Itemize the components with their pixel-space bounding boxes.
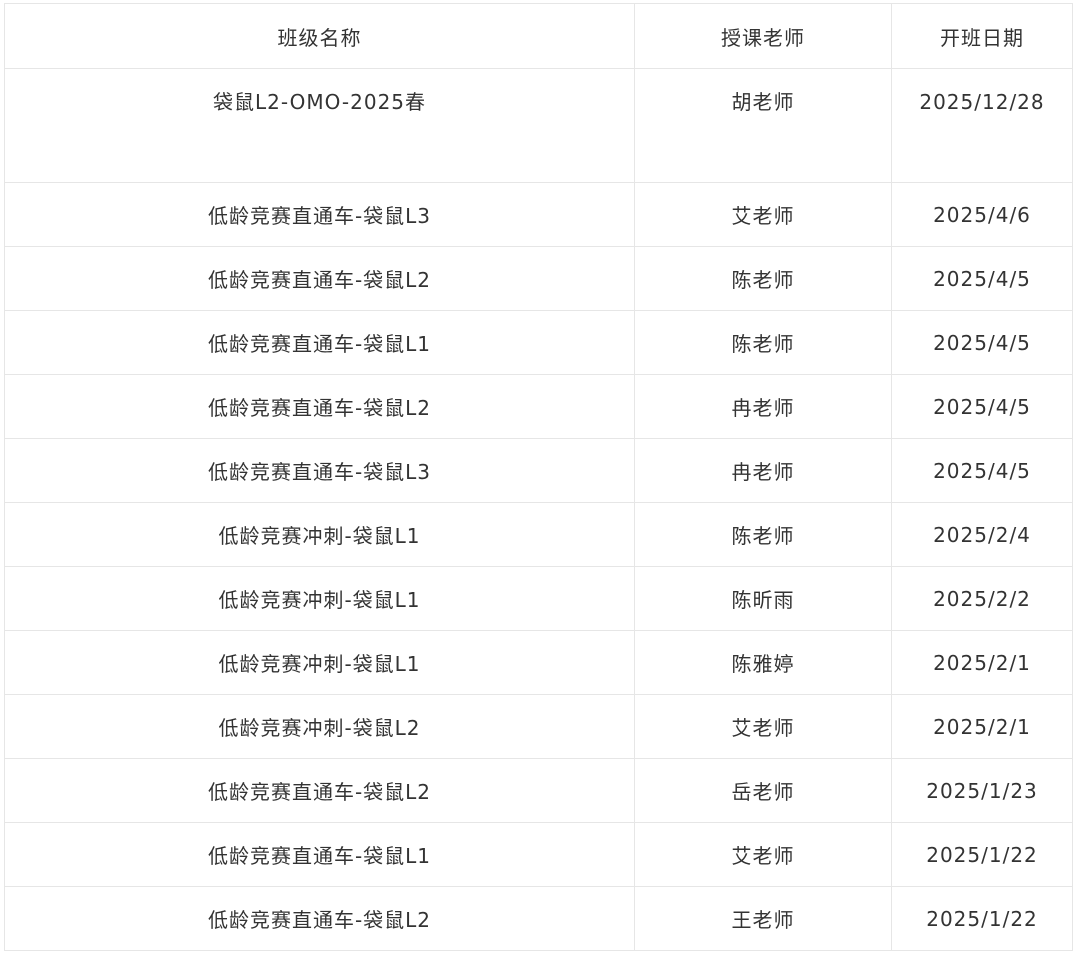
class-name-cell: 低龄竞赛冲刺-袋鼠L1	[4, 630, 635, 695]
table-row: 袋鼠L2-OMO-2025春 胡老师 2025/12/28	[4, 68, 1073, 183]
teacher-cell: 王老师	[634, 886, 892, 951]
table-row: 低龄竞赛冲刺-袋鼠L1 陈雅婷 2025/2/1	[4, 630, 1073, 695]
teacher-cell: 陈昕雨	[634, 566, 892, 631]
teacher-cell: 陈老师	[634, 502, 892, 567]
start-date-cell: 2025/1/22	[891, 886, 1073, 951]
teacher-cell: 胡老师	[634, 68, 892, 183]
class-name-cell: 低龄竞赛直通车-袋鼠L3	[4, 438, 635, 503]
column-header-class-name: 班级名称	[4, 3, 635, 69]
teacher-cell: 陈老师	[634, 246, 892, 311]
table-row: 低龄竞赛直通车-袋鼠L3 艾老师 2025/4/6	[4, 182, 1073, 247]
table-row: 低龄竞赛冲刺-袋鼠L2 艾老师 2025/2/1	[4, 694, 1073, 759]
class-schedule-table: 班级名称 授课老师 开班日期 袋鼠L2-OMO-2025春 胡老师 2025/1…	[4, 3, 1073, 951]
class-name-cell: 低龄竞赛直通车-袋鼠L2	[4, 886, 635, 951]
class-name-cell: 低龄竞赛直通车-袋鼠L2	[4, 374, 635, 439]
teacher-cell: 艾老师	[634, 694, 892, 759]
start-date-cell: 2025/2/1	[891, 630, 1073, 695]
start-date-cell: 2025/1/23	[891, 758, 1073, 823]
table-row: 低龄竞赛直通车-袋鼠L2 岳老师 2025/1/23	[4, 758, 1073, 823]
table-row: 低龄竞赛直通车-袋鼠L2 陈老师 2025/4/5	[4, 246, 1073, 311]
teacher-cell: 陈雅婷	[634, 630, 892, 695]
start-date-cell: 2025/2/4	[891, 502, 1073, 567]
start-date-cell: 2025/1/22	[891, 822, 1073, 887]
start-date-cell: 2025/4/5	[891, 310, 1073, 375]
class-name-cell: 低龄竞赛直通车-袋鼠L1	[4, 822, 635, 887]
class-table-container: 班级名称 授课老师 开班日期 袋鼠L2-OMO-2025春 胡老师 2025/1…	[4, 3, 1073, 951]
table-row: 低龄竞赛直通车-袋鼠L1 艾老师 2025/1/22	[4, 822, 1073, 887]
class-name-cell: 低龄竞赛冲刺-袋鼠L1	[4, 502, 635, 567]
class-name-cell: 袋鼠L2-OMO-2025春	[4, 68, 635, 183]
table-header-row: 班级名称 授课老师 开班日期	[4, 3, 1073, 69]
column-header-start-date: 开班日期	[891, 3, 1073, 69]
start-date-cell: 2025/12/28	[891, 68, 1073, 183]
teacher-cell: 岳老师	[634, 758, 892, 823]
teacher-cell: 艾老师	[634, 822, 892, 887]
table-row: 低龄竞赛直通车-袋鼠L1 陈老师 2025/4/5	[4, 310, 1073, 375]
start-date-cell: 2025/4/5	[891, 438, 1073, 503]
class-name-cell: 低龄竞赛冲刺-袋鼠L1	[4, 566, 635, 631]
table-row: 低龄竞赛冲刺-袋鼠L1 陈老师 2025/2/4	[4, 502, 1073, 567]
table-row: 低龄竞赛冲刺-袋鼠L1 陈昕雨 2025/2/2	[4, 566, 1073, 631]
column-header-teacher: 授课老师	[634, 3, 892, 69]
start-date-cell: 2025/2/2	[891, 566, 1073, 631]
start-date-cell: 2025/4/6	[891, 182, 1073, 247]
teacher-cell: 冉老师	[634, 374, 892, 439]
teacher-cell: 艾老师	[634, 182, 892, 247]
teacher-cell: 陈老师	[634, 310, 892, 375]
class-name-cell: 低龄竞赛直通车-袋鼠L2	[4, 246, 635, 311]
class-name-cell: 低龄竞赛直通车-袋鼠L2	[4, 758, 635, 823]
class-name-cell: 低龄竞赛直通车-袋鼠L3	[4, 182, 635, 247]
start-date-cell: 2025/4/5	[891, 246, 1073, 311]
start-date-cell: 2025/2/1	[891, 694, 1073, 759]
teacher-cell: 冉老师	[634, 438, 892, 503]
table-row: 低龄竞赛直通车-袋鼠L2 冉老师 2025/4/5	[4, 374, 1073, 439]
start-date-cell: 2025/4/5	[891, 374, 1073, 439]
class-name-cell: 低龄竞赛直通车-袋鼠L1	[4, 310, 635, 375]
table-row: 低龄竞赛直通车-袋鼠L3 冉老师 2025/4/5	[4, 438, 1073, 503]
class-name-cell: 低龄竞赛冲刺-袋鼠L2	[4, 694, 635, 759]
table-row: 低龄竞赛直通车-袋鼠L2 王老师 2025/1/22	[4, 886, 1073, 951]
